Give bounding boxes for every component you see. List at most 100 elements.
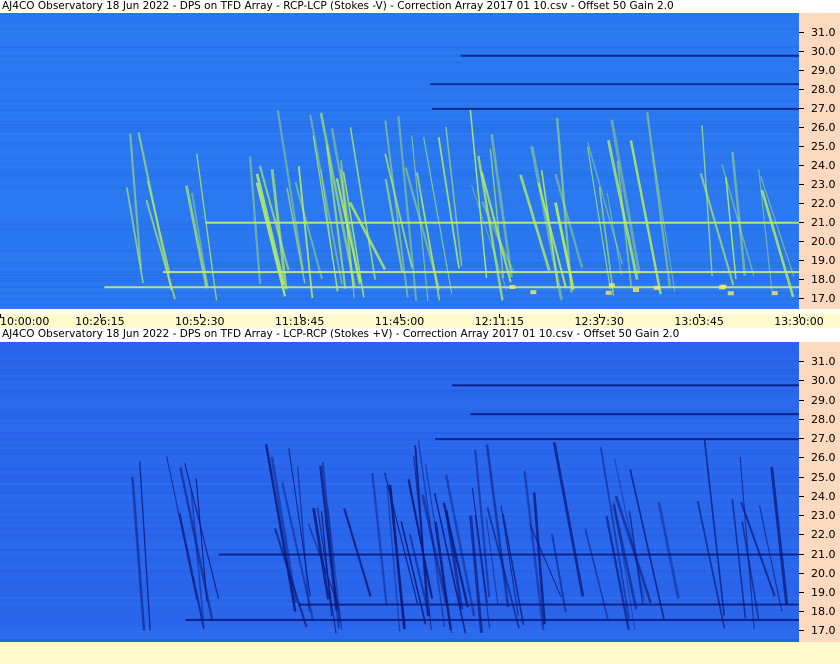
noise-band [0,112,799,114]
noise-band [0,160,799,162]
y-tick [799,259,804,261]
noise-band [0,244,799,246]
noise-band [0,241,799,243]
noise-band [0,561,799,563]
y-tick-label: 26.0 [811,451,836,465]
noise-band [0,516,799,518]
y-tick-label: 30.0 [811,374,836,388]
noise-band [0,265,799,267]
x-tick-label: 12:11:15 [474,315,525,328]
noise-band [0,453,799,455]
noise-band [0,43,799,45]
noise-band [0,100,799,102]
noise-band [0,537,799,539]
noise-band [0,417,799,419]
y-tick [799,69,804,71]
noise-band [0,477,799,479]
noise-band [0,247,799,249]
noise-band [0,22,799,24]
bottom-plot-title: AJ4CO Observatory 18 Jun 2022 - DPS on T… [2,328,680,340]
noise-band [0,558,799,560]
noise-band [0,393,799,395]
noise-band [0,372,799,374]
y-tick [799,438,804,440]
noise-band [0,199,799,201]
y-tick [799,572,804,574]
noise-band [0,304,799,306]
noise-band [0,492,799,494]
noise-band [0,363,799,365]
noise-band [0,510,799,512]
y-tick-label: 30.0 [811,44,836,58]
x-tick-label: 13:03:45 [674,315,724,328]
x-tick-label: 10:00:00 [0,315,50,328]
y-tick-label: 23.0 [811,177,836,191]
bottom-spectrogram [0,342,799,642]
noise-band [0,522,799,524]
burst-peak [653,285,660,290]
noise-band [0,378,799,380]
noise-band [0,70,799,72]
y-tick [799,126,804,128]
noise-band [0,399,799,401]
burst-peak [605,290,612,295]
noise-band [0,360,799,362]
y-tick [799,183,804,185]
y-tick-label: 27.0 [811,101,836,115]
noise-band [0,184,799,186]
interference-line [430,83,799,86]
noise-band [0,456,799,458]
y-tick [799,553,804,555]
y-tick [799,361,804,363]
noise-band [0,166,799,168]
noise-band [0,357,799,359]
noise-band [0,483,799,485]
burst-peak [632,287,639,292]
noise-band [0,295,799,297]
noise-band [0,387,799,389]
noise-band [0,13,799,15]
noise-band [0,462,799,464]
noise-band [0,178,799,180]
y-tick [799,476,804,478]
noise-band [0,73,799,75]
burst-peak [509,284,516,289]
y-tick-label: 22.0 [811,528,836,542]
noise-band [0,429,799,431]
noise-band [0,208,799,210]
noise-band [0,301,799,303]
noise-band [0,507,799,509]
interference-line [435,438,799,441]
y-tick [799,145,804,147]
y-tick-label: 19.0 [811,586,836,599]
noise-band [0,157,799,159]
y-tick-label: 29.0 [811,393,836,407]
noise-band [0,58,799,60]
noise-band [0,154,799,156]
burst-peak [530,290,537,295]
noise-band [0,423,799,425]
noise-band [0,25,799,27]
noise-band [0,88,799,90]
noise-band [0,519,799,521]
noise-band [0,289,799,291]
noise-band [0,402,799,404]
noise-band [0,348,799,350]
noise-band [0,274,799,276]
interference-line [432,107,799,110]
interference-line [460,54,799,57]
y-tick-label: 25.0 [811,470,836,484]
y-tick [799,495,804,497]
noise-band [0,76,799,78]
noise-band [0,420,799,422]
burst-peak [608,283,615,288]
y-tick [799,240,804,242]
noise-band [0,85,799,87]
y-tick-label: 18.0 [811,272,836,286]
noise-band [0,187,799,189]
noise-band [0,202,799,204]
noise-band [0,91,799,93]
noise-band [0,79,799,81]
noise-band [0,106,799,108]
noise-band [0,450,799,452]
